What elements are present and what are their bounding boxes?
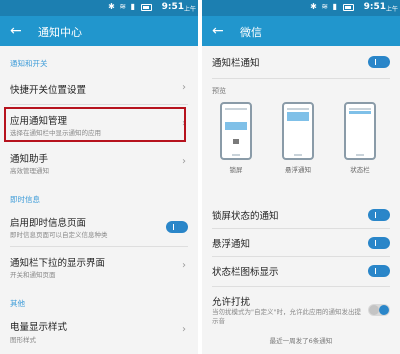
item-subtitle: 图形样式 [10, 336, 36, 344]
enable-instant-info-item[interactable]: 启用即时信息页面 即时信息页面可以自定义信息种类 [0, 210, 198, 244]
highlight-box [4, 107, 186, 142]
status-bar: ✱ ≋ ▮ 9:51 上午 [0, 0, 198, 16]
item-title: 通知栏通知 [212, 58, 260, 69]
divider [212, 286, 390, 287]
lock-icon [233, 139, 239, 144]
quick-switch-position-item[interactable]: 快捷开关位置设置 › [0, 74, 198, 104]
notification-assistant-item[interactable]: 通知助手 高效管理通知 › [0, 146, 198, 180]
section-header-notifications: 通知和开关 [10, 59, 48, 68]
divider [212, 256, 390, 257]
screens-container: ✱ ≋ ▮ 9:51 上午 ← 通知中心 通知和开关 快捷开关位置设置 › 应用… [0, 0, 400, 354]
item-title: 通知助手 [10, 154, 49, 165]
item-title: 状态栏图标显示 [212, 267, 279, 278]
item-subtitle: 高效管理通知 [10, 167, 49, 175]
instant-info-toggle[interactable] [166, 221, 188, 233]
battery-icon [141, 4, 152, 11]
status-time: 9:51 [363, 2, 386, 12]
notify-bar-toggle[interactable] [368, 56, 390, 68]
item-title: 锁屏状态的通知 [212, 211, 279, 222]
divider [10, 104, 188, 105]
lockscreen-notify-toggle[interactable] [368, 209, 390, 221]
divider [212, 228, 390, 229]
app-bar: ← 微信 [202, 16, 400, 46]
item-subtitle: 即时信息页面可以自定义信息种类 [10, 231, 108, 239]
app-bar: ← 通知中心 [0, 16, 198, 46]
chevron-right-icon: › [182, 260, 186, 271]
item-title: 电量显示样式 [10, 322, 68, 333]
preview-label: 预览 [212, 87, 226, 95]
floating-notify-item[interactable]: 悬浮通知 [202, 232, 400, 254]
back-arrow-icon[interactable]: ← [212, 22, 226, 40]
divider [10, 246, 188, 247]
item-subtitle: 当勿扰模式为"自定义"时，允许此应用的通知发出提示音 [212, 308, 361, 325]
notify-bar-item[interactable]: 通知栏通知 [202, 50, 400, 74]
pulldown-display-item[interactable]: 通知栏下拉的显示界面 开关和通知页面 › [0, 250, 198, 284]
allow-disturb-item[interactable]: 允许打扰 当勿扰模式为"自定义"时，允许此应用的通知发出提示音 [202, 290, 400, 332]
floating-notify-toggle[interactable] [368, 237, 390, 249]
statusbar-preview-phone [344, 102, 376, 160]
item-title: 启用即时信息页面 [10, 218, 87, 229]
section-header-other: 其他 [10, 299, 25, 308]
chevron-right-icon: › [182, 156, 186, 167]
status-icons: ✱ ≋ ▮ [310, 2, 338, 11]
status-icons: ✱ ≋ ▮ [108, 2, 136, 11]
weekly-notification-count: 最近一周发了6条通知 [269, 337, 333, 345]
section-header-instant-info: 即时信息 [10, 195, 40, 204]
status-ampm: 上午 [183, 6, 196, 13]
back-arrow-icon[interactable]: ← [10, 22, 24, 40]
notification-center-screen: ✱ ≋ ▮ 9:51 上午 ← 通知中心 通知和开关 快捷开关位置设置 › 应用… [0, 0, 198, 354]
preview-caption-floating: 悬浮通知 [285, 166, 311, 174]
notification-card [287, 112, 309, 121]
statusbar-icon-item[interactable]: 状态栏图标显示 [202, 260, 400, 282]
battery-icon [343, 4, 354, 11]
statusbar-icon-toggle[interactable] [368, 265, 390, 277]
item-title: 允许打扰 [212, 297, 251, 308]
floating-preview-phone [282, 102, 314, 160]
status-bar: ✱ ≋ ▮ 9:51 上午 [202, 0, 400, 16]
preview-caption-statusbar: 状态栏 [350, 166, 370, 174]
wechat-settings-screen: ✱ ≋ ▮ 9:51 上午 ← 微信 通知栏通知 预览 锁屏 悬浮通知 状态栏 … [202, 0, 400, 354]
battery-style-item[interactable]: 电量显示样式 图形样式 › [0, 314, 198, 350]
lockscreen-notify-item[interactable]: 锁屏状态的通知 [202, 204, 400, 226]
notification-card [225, 122, 247, 130]
item-title: 通知栏下拉的显示界面 [10, 258, 106, 269]
preview-caption-lockscreen: 锁屏 [229, 166, 243, 174]
page-title: 微信 [240, 26, 262, 39]
status-ampm: 上午 [385, 6, 398, 13]
item-title: 快捷开关位置设置 [10, 85, 87, 96]
lockscreen-preview-phone [220, 102, 252, 160]
item-title: 悬浮通知 [212, 239, 251, 250]
divider [212, 78, 390, 79]
page-title: 通知中心 [38, 26, 82, 39]
notification-card [349, 111, 371, 114]
item-subtitle: 开关和通知页面 [10, 271, 56, 279]
chevron-right-icon: › [182, 324, 186, 335]
status-time: 9:51 [161, 2, 184, 12]
chevron-right-icon: › [182, 82, 186, 93]
allow-disturb-toggle[interactable] [368, 304, 390, 316]
